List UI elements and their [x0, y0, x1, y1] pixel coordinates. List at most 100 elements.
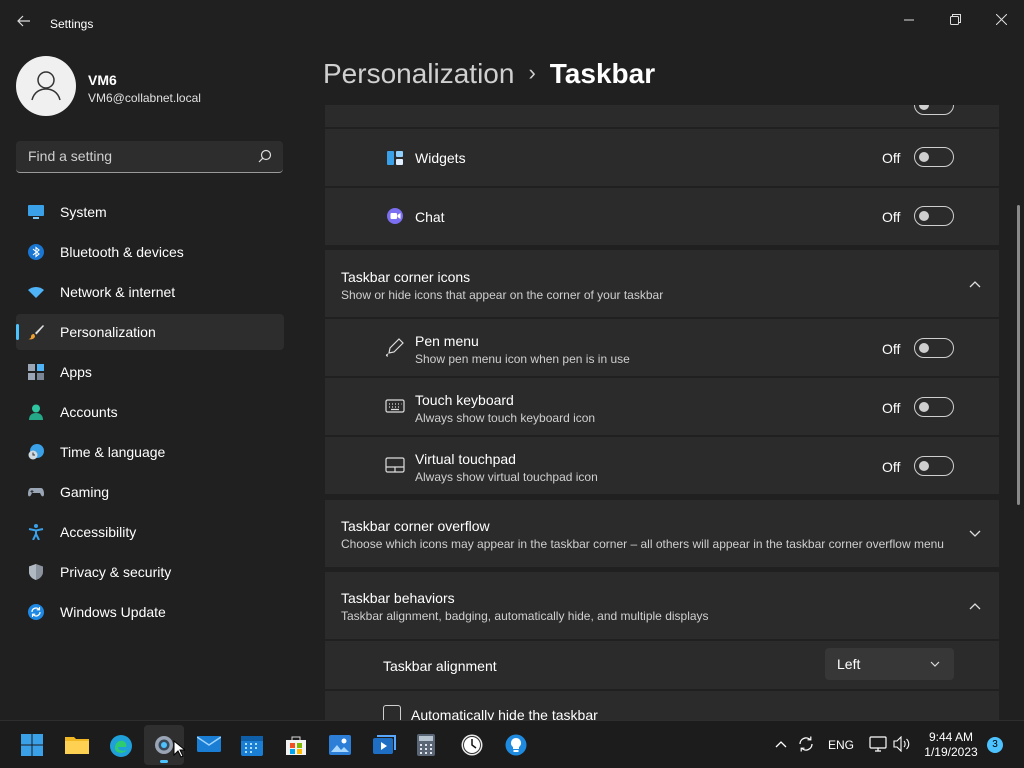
taskbar-alignment-dropdown[interactable]: Left	[825, 648, 954, 680]
sidebar-item-system[interactable]: System	[16, 194, 284, 230]
windows-taskbar: ENG 9:44 AM 1/19/2023 3	[0, 720, 1024, 768]
behaviors-header[interactable]: Taskbar behaviors Taskbar alignment, bad…	[325, 572, 999, 639]
taskbar-edge[interactable]	[100, 725, 140, 765]
lightbulb-icon	[505, 734, 527, 756]
restore-icon	[949, 14, 961, 25]
pen-menu-row: Pen menu Show pen menu icon when pen is …	[325, 319, 999, 376]
store-icon	[286, 736, 306, 755]
chevron-down-icon[interactable]	[968, 527, 982, 541]
taskbar-mail[interactable]	[188, 725, 228, 765]
sidebar-item-gaming[interactable]: Gaming	[16, 474, 284, 510]
touch-keyboard-toggle[interactable]	[914, 397, 954, 417]
search-input[interactable]	[26, 147, 250, 165]
back-button[interactable]	[12, 12, 36, 36]
pen-menu-toggle[interactable]	[914, 338, 954, 358]
taskbar-tips[interactable]	[496, 725, 536, 765]
video-player-icon	[373, 735, 396, 754]
taskbar-alignment-label: Taskbar alignment	[383, 658, 497, 674]
sidebar-item-label: Time & language	[60, 444, 166, 460]
minimize-button[interactable]	[886, 4, 932, 36]
taskbar-store[interactable]	[276, 725, 316, 765]
search-box[interactable]	[16, 141, 283, 173]
chat-label: Chat	[415, 209, 445, 225]
touch-keyboard-row: Touch keyboard Always show touch keyboar…	[325, 378, 999, 435]
taskbar-photos[interactable]	[320, 725, 360, 765]
corner-overflow-header[interactable]: Taskbar corner overflow Choose which ico…	[325, 500, 999, 567]
monitor-icon	[28, 205, 44, 219]
language-indicator[interactable]: ENG	[828, 738, 854, 752]
calendar-icon	[241, 736, 263, 756]
active-indicator	[160, 760, 168, 763]
clock[interactable]: 9:44 AM 1/19/2023	[920, 730, 982, 760]
sync-icon[interactable]	[797, 735, 815, 753]
taskbar-calculator[interactable]	[408, 725, 448, 765]
globe-clock-icon	[28, 444, 44, 460]
user-name: VM6	[88, 72, 117, 88]
sidebar-item-personalization[interactable]: Personalization	[16, 314, 284, 350]
app-title: Settings	[50, 17, 94, 31]
search-icon[interactable]	[257, 148, 273, 164]
close-button[interactable]	[978, 4, 1024, 36]
notification-badge[interactable]: 3	[987, 737, 1003, 753]
sidebar-item-label: Personalization	[60, 324, 156, 340]
behaviors-subtitle: Taskbar alignment, badging, automaticall…	[341, 609, 709, 623]
sidebar-item-windows-update[interactable]: Windows Update	[16, 594, 284, 630]
network-icon[interactable]	[869, 736, 887, 752]
virtual-touchpad-row: Virtual touchpad Always show virtual tou…	[325, 437, 999, 494]
taskbar-clock-app[interactable]	[452, 725, 492, 765]
page-title: Taskbar	[549, 58, 656, 89]
toggle-switch[interactable]	[914, 105, 954, 115]
autohide-checkbox[interactable]	[383, 705, 401, 720]
user-email: VM6@collabnet.local	[88, 91, 201, 105]
arrow-left-icon	[17, 15, 30, 27]
wifi-icon	[28, 287, 44, 298]
virtual-touchpad-title: Virtual touchpad	[415, 451, 516, 467]
sidebar-item-privacy-security[interactable]: Privacy & security	[16, 554, 284, 590]
sidebar-item-label: Gaming	[60, 484, 110, 500]
pen-menu-subtitle: Show pen menu icon when pen is in use	[415, 352, 630, 366]
sidebar-item-apps[interactable]: Apps	[16, 354, 284, 390]
widgets-toggle[interactable]	[914, 147, 954, 167]
taskbar-media-player[interactable]	[364, 725, 404, 765]
chat-icon	[387, 208, 403, 224]
windows-logo-icon	[21, 734, 43, 756]
volume-icon[interactable]	[893, 736, 911, 752]
chevron-up-icon[interactable]	[968, 599, 982, 613]
scrollbar[interactable]	[1017, 205, 1020, 505]
corner-icons-title: Taskbar corner icons	[341, 269, 471, 285]
close-icon	[995, 13, 1007, 26]
virtual-touchpad-toggle[interactable]	[914, 456, 954, 476]
breadcrumb-parent[interactable]: Personalization	[323, 58, 514, 89]
sidebar-item-network[interactable]: Network & internet	[16, 274, 284, 310]
chevron-up-icon[interactable]	[775, 739, 787, 749]
widgets-state: Off	[882, 150, 901, 166]
clock-date: 1/19/2023	[924, 745, 978, 759]
update-icon	[28, 604, 44, 620]
widgets-row: Widgets Off	[325, 129, 999, 186]
widgets-icon	[387, 151, 403, 165]
taskbar-file-explorer[interactable]	[56, 725, 96, 765]
sidebar-item-accessibility[interactable]: Accessibility	[16, 514, 284, 550]
restore-button[interactable]	[932, 4, 978, 36]
corner-icons-header[interactable]: Taskbar corner icons Show or hide icons …	[325, 250, 999, 317]
chevron-up-icon[interactable]	[968, 277, 982, 291]
start-button[interactable]	[12, 725, 52, 765]
taskbar-item-row	[325, 105, 999, 127]
sidebar-item-bluetooth[interactable]: Bluetooth & devices	[16, 234, 284, 270]
mail-icon	[197, 736, 221, 752]
sidebar-item-time-language[interactable]: Time & language	[16, 434, 284, 470]
sidebar-item-label: Accounts	[60, 404, 118, 420]
person-icon	[31, 71, 61, 101]
gear-icon	[155, 736, 173, 754]
keyboard-icon	[385, 399, 405, 413]
widgets-label: Widgets	[415, 150, 466, 166]
clock-icon	[461, 734, 483, 756]
person-icon	[29, 404, 43, 420]
pen-menu-title: Pen menu	[415, 333, 479, 349]
chat-toggle[interactable]	[914, 206, 954, 226]
user-profile[interactable]: VM6 VM6@collabnet.local	[16, 56, 286, 118]
taskbar-alignment-value: Left	[837, 656, 861, 672]
taskbar-calendar[interactable]	[232, 725, 272, 765]
calculator-icon	[417, 734, 435, 756]
sidebar-item-accounts[interactable]: Accounts	[16, 394, 284, 430]
